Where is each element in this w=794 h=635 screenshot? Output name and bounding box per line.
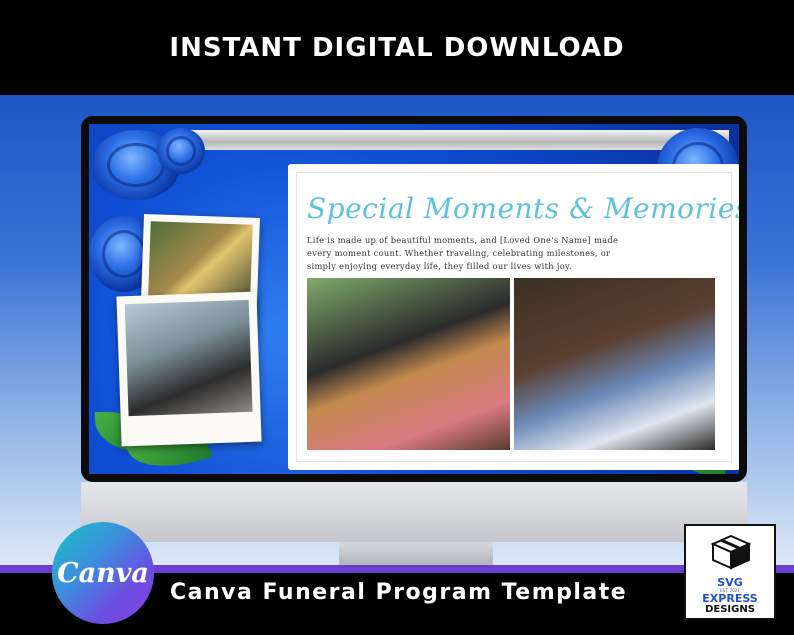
badge-designs-text: DESIGNS [705, 604, 755, 615]
monitor-frame: Special Moments & Memories Life is made … [81, 116, 747, 482]
card-title: Special Moments & Memories [307, 192, 739, 225]
family-photo-2 [124, 299, 253, 417]
memories-card: Special Moments & Memories Life is made … [288, 164, 739, 470]
canva-logo: Canva [52, 522, 154, 624]
canva-logo-text: Canva [57, 557, 149, 589]
polaroid-photo-2 [116, 291, 262, 447]
graduation-photo [307, 278, 510, 450]
monitor-chin [81, 482, 747, 542]
card-body-text: Life is made up of beautiful moments, an… [307, 235, 619, 271]
footer-title: Canva Funeral Program Template [170, 580, 628, 605]
package-box-icon [711, 534, 751, 570]
silver-band [189, 130, 729, 150]
monitor-stand [339, 542, 493, 565]
monitor-screen: Special Moments & Memories Life is made … [89, 124, 739, 474]
baby-family-photo [514, 278, 715, 450]
svg-express-designs-badge: SVG EST. 2021 EXPRESS DESIGNS [684, 524, 776, 620]
top-banner: INSTANT DIGITAL DOWNLOAD [0, 0, 794, 95]
banner-title: INSTANT DIGITAL DOWNLOAD [169, 32, 625, 63]
blue-rose-top-left-2 [157, 128, 205, 174]
